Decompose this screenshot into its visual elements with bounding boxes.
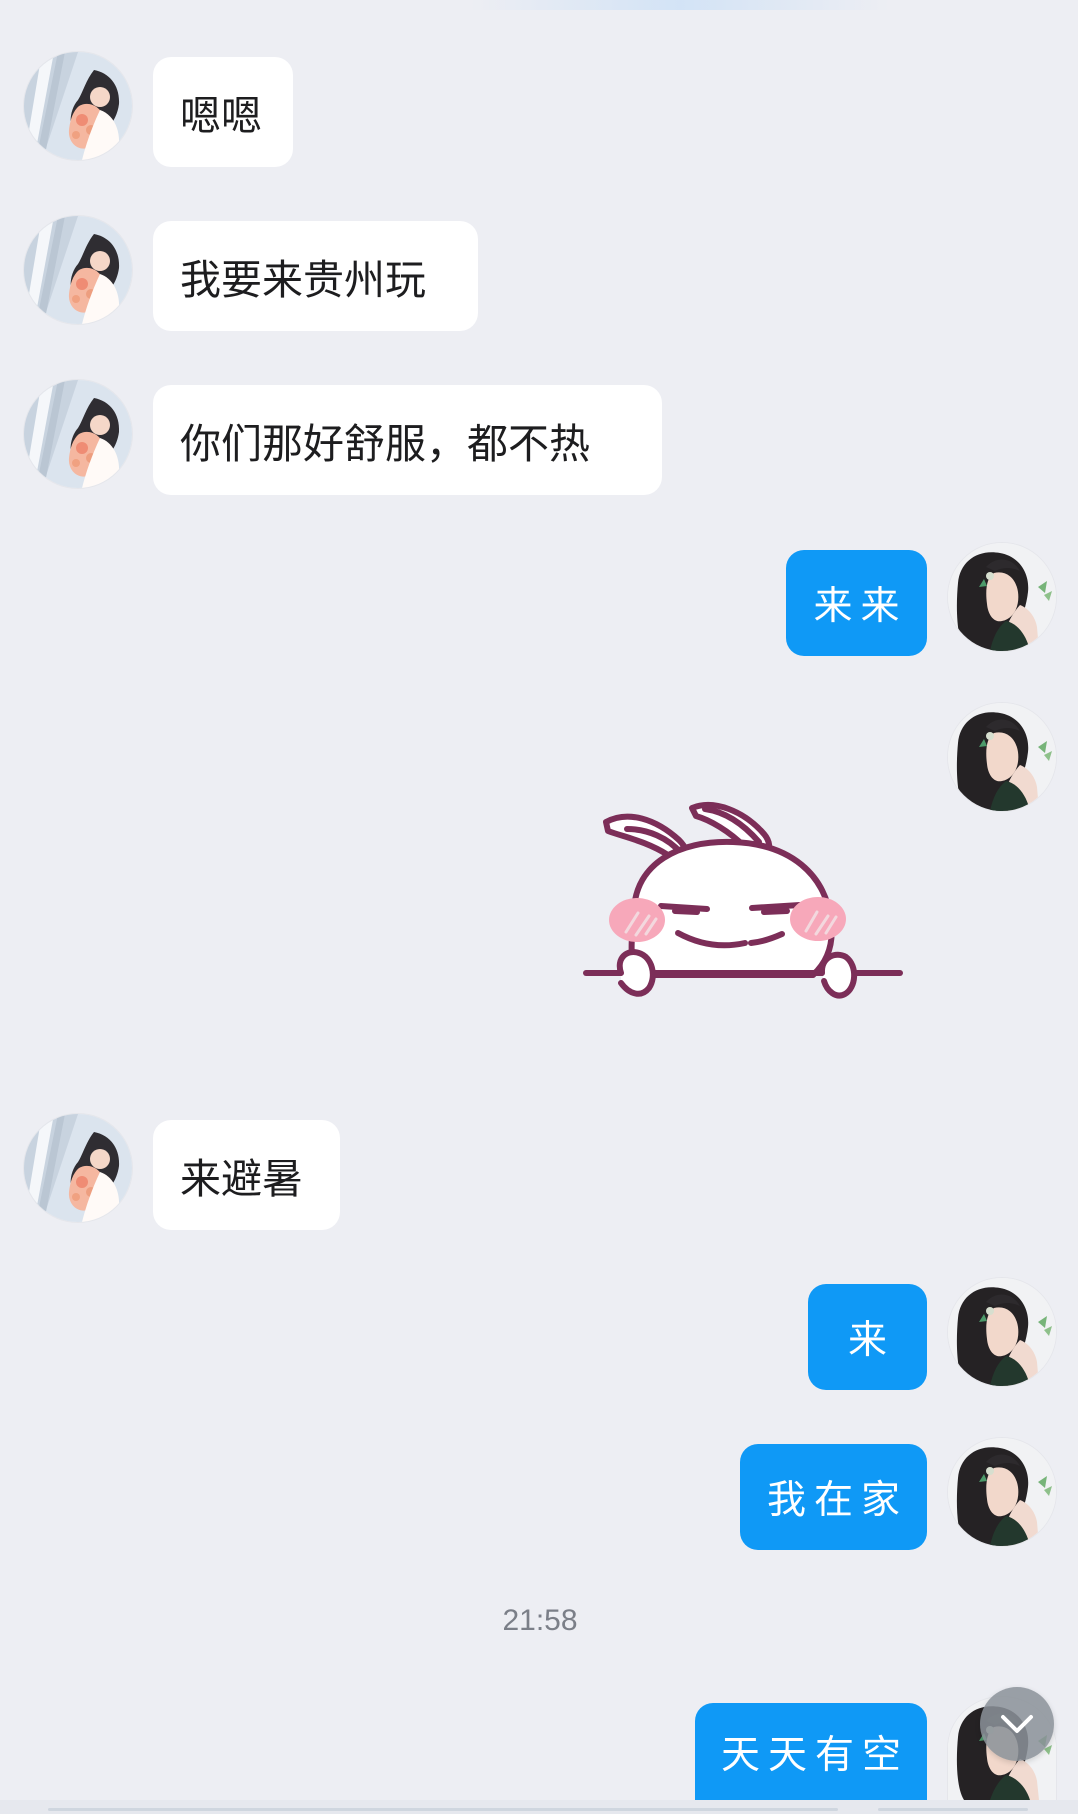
contact-avatar[interactable] — [24, 1114, 132, 1222]
contact-avatar[interactable] — [24, 52, 132, 160]
chevron-down-icon — [1001, 1715, 1033, 1733]
outgoing-message[interactable]: 我在家 — [740, 1444, 927, 1550]
user-avatar[interactable] — [948, 703, 1056, 811]
user-avatar[interactable] — [948, 543, 1056, 651]
incoming-message[interactable]: 我要来贵州玩 — [153, 221, 478, 331]
user-avatar[interactable] — [948, 1278, 1056, 1386]
contact-avatar[interactable] — [24, 380, 132, 488]
incoming-message[interactable]: 来避暑 — [153, 1120, 340, 1230]
scroll-to-bottom-button[interactable] — [980, 1687, 1054, 1761]
top-highlight — [470, 0, 890, 10]
incoming-message[interactable]: 你们那好舒服，都不热 — [153, 385, 662, 495]
input-area-edge — [0, 1800, 1078, 1814]
outgoing-message[interactable]: 来来 — [786, 550, 927, 656]
chat-screen: 嗯嗯 我要来贵州玩 你们那好舒服，都不热 来来 来避暑 来 我在家 21:58 … — [0, 0, 1078, 1814]
outgoing-message[interactable]: 来 — [808, 1284, 927, 1390]
message-timestamp: 21:58 — [502, 1604, 578, 1637]
contact-avatar[interactable] — [24, 216, 132, 324]
input-divider — [48, 1808, 838, 1811]
input-divider — [878, 1808, 1028, 1811]
outgoing-message[interactable]: 天天有空 — [695, 1703, 927, 1800]
user-avatar[interactable] — [948, 1438, 1056, 1546]
incoming-message[interactable]: 嗯嗯 — [153, 57, 293, 167]
rabbit-sticker[interactable] — [580, 795, 910, 1035]
